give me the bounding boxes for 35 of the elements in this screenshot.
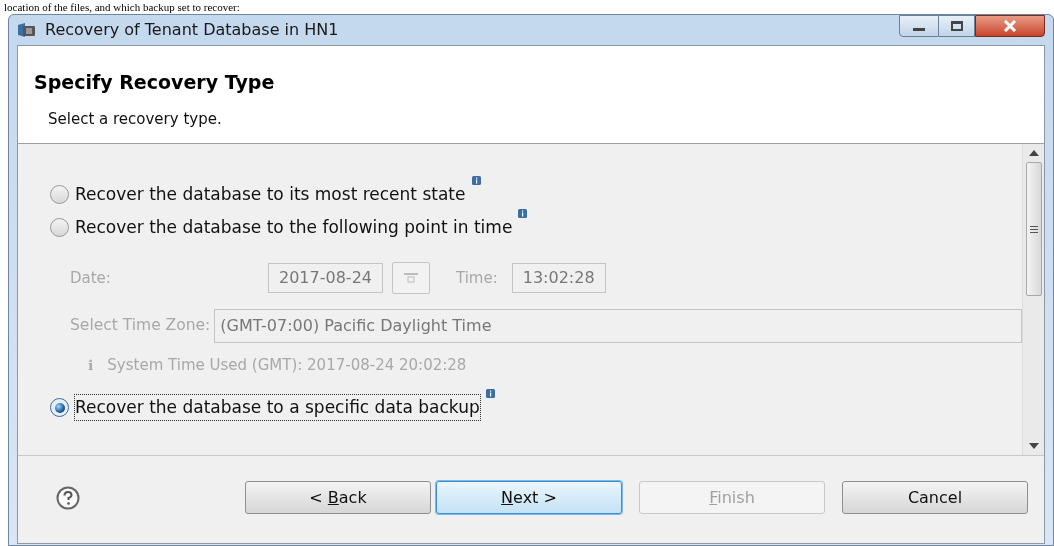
scroll-down-icon[interactable] <box>1028 443 1039 449</box>
radio-button[interactable] <box>50 398 69 417</box>
option-label[interactable]: Recover the database to its most recent state <box>75 181 466 208</box>
info-glyph: ℹ <box>88 355 94 375</box>
scroll-up-icon[interactable] <box>1028 150 1039 156</box>
calendar-icon <box>404 273 418 283</box>
timezone-field: (GMT-07:00) Pacific Daylight Time <box>214 309 1022 343</box>
date-label: Date: <box>70 267 112 289</box>
wizard-button[interactable]: Next > <box>436 481 622 514</box>
option-label[interactable]: Recover the database to the following point in time <box>75 214 513 241</box>
scrollbar[interactable] <box>1022 144 1044 455</box>
maximize-button[interactable] <box>939 15 975 37</box>
radio-button[interactable] <box>50 185 69 204</box>
time-label: Time: <box>456 267 498 289</box>
option-label[interactable]: Recover the database to a specific data backup <box>75 394 480 421</box>
date-field: 2017-08-24 <box>268 263 383 293</box>
wizard-button[interactable]: Cancel <box>842 481 1028 514</box>
wizard-button[interactable]: < Back <box>245 481 431 514</box>
timezone-label: Select Time Zone: <box>70 315 211 337</box>
help-icon[interactable] <box>56 485 80 510</box>
info-icon[interactable] <box>518 209 528 218</box>
time-field: 13:02:28 <box>511 263 606 293</box>
page-subtitle: Select a recovery type. <box>48 109 223 130</box>
close-button[interactable] <box>975 15 1045 37</box>
app-icon <box>17 22 37 38</box>
close-icon <box>1003 20 1017 32</box>
info-icon[interactable] <box>485 389 495 398</box>
system-time-text: System Time Used (GMT): 2017-08-24 20:02:28 <box>107 354 467 376</box>
page-title: Specify Recovery Type <box>34 70 276 94</box>
document-text: location of the files, and which backup set to recover: <box>3 1 240 14</box>
minimize-button[interactable] <box>899 15 939 37</box>
window-title: Recovery of Tenant Database in HN1 <box>45 19 339 41</box>
info-icon[interactable] <box>471 176 481 185</box>
scrollbar-thumb[interactable] <box>1025 162 1042 296</box>
radio-button[interactable] <box>50 218 69 237</box>
